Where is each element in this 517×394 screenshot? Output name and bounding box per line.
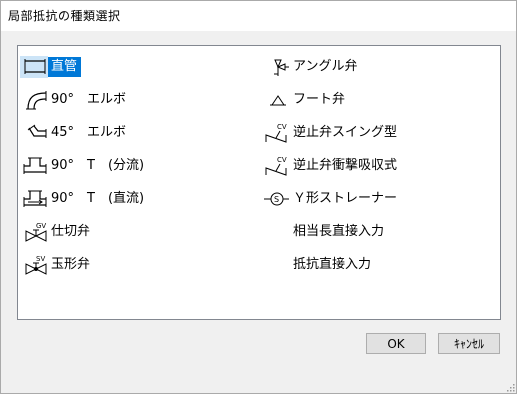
- straight-pipe-icon: [20, 56, 48, 78]
- blank-icon: [262, 254, 290, 276]
- globe-valve-icon-text: SV: [36, 255, 45, 263]
- list-item-label: 相当長直接入力: [293, 224, 385, 239]
- list-item-label: フート弁: [293, 92, 346, 107]
- cancel-button[interactable]: ｷｬﾝｾﾙ: [438, 333, 500, 354]
- y-strainer-icon: S: [262, 188, 290, 210]
- angle-valve-icon: [262, 56, 290, 78]
- globe-valve-icon: SV: [20, 254, 48, 276]
- swing-check-valve-icon-text: CV: [277, 123, 287, 131]
- list-item-resistance-input[interactable]: 抵抗直接入力: [262, 254, 375, 276]
- list-item-label: Ｙ形ストレーナー: [293, 191, 398, 206]
- list-item-label: 玉形弁: [51, 257, 91, 272]
- elbow-90-icon: [20, 89, 48, 111]
- list-item-label: 45° エルボ: [51, 125, 127, 140]
- y-strainer-icon-text: S: [274, 195, 279, 204]
- list-item-label: アングル弁: [293, 59, 358, 74]
- list-item-equivalent-length-input[interactable]: 相当長直接入力: [262, 221, 388, 243]
- blank-icon: [262, 221, 290, 243]
- list-item-label: 90° T (直流): [51, 191, 145, 206]
- list-item-swing-check-valve[interactable]: CV 逆止弁スイング型: [262, 122, 401, 144]
- list-item-label: 直管: [48, 57, 82, 77]
- gate-valve-icon-text: GV: [36, 222, 46, 230]
- title-bar[interactable]: 局部抵抗の種類選択: [0, 0, 517, 31]
- list-item-elbow-45[interactable]: 45° エルボ: [20, 122, 130, 144]
- list-item-label: 逆止弁スイング型: [293, 125, 398, 140]
- list-item-angle-valve[interactable]: アングル弁: [262, 56, 361, 78]
- list-item-label: 90° エルボ: [51, 92, 127, 107]
- resize-grip-icon[interactable]: [505, 382, 515, 392]
- tee-branch-icon: [20, 155, 48, 177]
- list-item-label: 抵抗直接入力: [293, 257, 372, 272]
- swing-check-valve-icon: CV: [262, 122, 290, 144]
- list-item-foot-valve[interactable]: フート弁: [262, 89, 349, 111]
- shock-check-valve-icon-text: CV: [277, 156, 287, 164]
- list-item-label: 90° T (分流): [51, 158, 145, 173]
- list-item-y-strainer[interactable]: S Ｙ形ストレーナー: [262, 188, 401, 210]
- list-item-shock-check-valve[interactable]: CV 逆止弁衝撃吸収式: [262, 155, 401, 177]
- list-item-label: 逆止弁衝撃吸収式: [293, 158, 398, 173]
- list-item-tee-branch[interactable]: 90° T (分流): [20, 155, 148, 177]
- list-item-gate-valve[interactable]: GV 仕切弁: [20, 221, 94, 243]
- window-title: 局部抵抗の種類選択: [8, 9, 121, 23]
- foot-valve-icon: [262, 89, 290, 111]
- resistance-type-list[interactable]: 直管 90° エルボ 45° エルボ 90° T (分流) 90° T (直流)…: [17, 45, 501, 320]
- list-item-tee-straight[interactable]: 90° T (直流): [20, 188, 148, 210]
- tee-straight-icon: [20, 188, 48, 210]
- elbow-45-icon: [20, 122, 48, 144]
- list-item-elbow-90[interactable]: 90° エルボ: [20, 89, 130, 111]
- list-item-label: 仕切弁: [51, 224, 91, 239]
- ok-button[interactable]: OK: [366, 333, 426, 354]
- list-item-straight-pipe[interactable]: 直管: [20, 56, 82, 78]
- list-item-globe-valve[interactable]: SV 玉形弁: [20, 254, 94, 276]
- shock-check-valve-icon: CV: [262, 155, 290, 177]
- gate-valve-icon: GV: [20, 221, 48, 243]
